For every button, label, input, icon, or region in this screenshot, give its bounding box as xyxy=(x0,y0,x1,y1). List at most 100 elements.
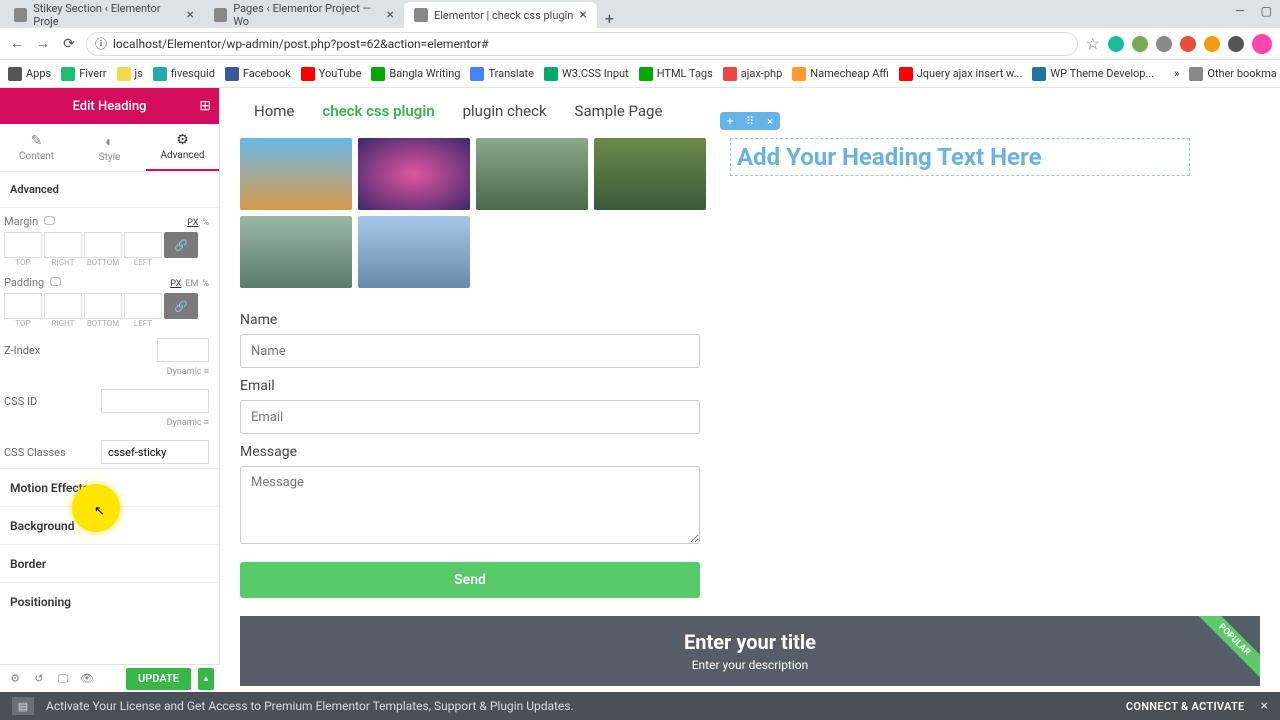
ext-icon[interactable] xyxy=(1132,36,1148,52)
bookmark[interactable]: WP Theme Develop... xyxy=(1032,67,1154,81)
bookmark[interactable]: fivesquid xyxy=(153,67,215,81)
info-icon[interactable]: ⓘ xyxy=(95,35,107,52)
name-input[interactable] xyxy=(240,334,700,368)
section-positioning[interactable]: Positioning xyxy=(0,582,219,620)
link-values-button[interactable]: 🔗 xyxy=(164,293,198,319)
bookmark[interactable]: Bangla Writing xyxy=(371,67,460,81)
responsive-icon[interactable]: 🖵 xyxy=(44,214,55,228)
tab-advanced[interactable]: ⚙Advanced xyxy=(146,124,219,171)
maximize-icon[interactable]: ▢ xyxy=(1261,4,1272,18)
back-icon[interactable]: ← xyxy=(8,35,26,52)
section-background[interactable]: Background xyxy=(0,506,219,544)
bookmark[interactable]: Namecheap Affi xyxy=(792,67,888,81)
section-advanced[interactable]: Advanced xyxy=(0,172,219,208)
add-icon[interactable]: + xyxy=(720,115,740,128)
link-values-button[interactable]: 🔗 xyxy=(164,232,198,258)
browser-tab[interactable]: Stikey Section ‹ Elementor Proje× xyxy=(4,2,204,28)
email-input[interactable] xyxy=(240,400,700,434)
bookmark[interactable]: Jquery ajax insert w... xyxy=(899,67,1023,81)
bookmark-overflow[interactable]: » xyxy=(1174,67,1179,80)
reload-icon[interactable]: ⟳ xyxy=(60,36,78,52)
bookmark[interactable]: YouTube xyxy=(301,67,362,81)
bookmark[interactable]: Fiverr xyxy=(61,67,106,81)
ext-icon[interactable] xyxy=(1156,36,1172,52)
gallery-image[interactable] xyxy=(358,216,470,288)
database-icon[interactable]: ≡ xyxy=(204,418,209,428)
responsive-icon[interactable]: 🖵 xyxy=(50,275,61,289)
new-tab-button[interactable]: + xyxy=(597,9,622,28)
profile-avatar[interactable] xyxy=(1252,34,1272,54)
update-button[interactable]: UPDATE xyxy=(126,668,191,690)
unit-px[interactable]: PX xyxy=(187,218,198,228)
settings-icon[interactable]: ⚙ xyxy=(6,672,24,685)
section-motion-effects[interactable]: Motion Effects xyxy=(0,468,219,506)
drag-icon[interactable]: ⠿ xyxy=(740,115,760,128)
cssid-input[interactable] xyxy=(101,389,209,413)
ext-icon[interactable] xyxy=(1108,36,1124,52)
gallery-image[interactable] xyxy=(240,216,352,288)
cssclasses-input[interactable] xyxy=(101,440,209,464)
unit-px[interactable]: PX xyxy=(170,279,181,289)
bookmark[interactable]: W3.CSS Input xyxy=(544,67,629,81)
browser-tab[interactable]: Pages ‹ Elementor Project — Wo× xyxy=(204,2,404,28)
zindex-input[interactable] xyxy=(157,338,209,362)
message-input[interactable] xyxy=(240,466,700,544)
margin-top-input[interactable] xyxy=(4,232,42,258)
gallery-image[interactable] xyxy=(594,138,706,210)
nav-item[interactable]: Home xyxy=(254,102,294,120)
responsive-icon[interactable]: 🖵 xyxy=(54,672,72,686)
padding-bottom-input[interactable] xyxy=(84,293,122,319)
ext-icon[interactable] xyxy=(1180,36,1196,52)
url-field[interactable]: ⓘ localhost/Elementor/wp-admin/post.php?… xyxy=(86,32,1078,56)
star-icon[interactable]: ☆ xyxy=(1086,34,1100,53)
database-icon[interactable]: ≡ xyxy=(204,367,209,377)
padding-top-input[interactable] xyxy=(4,293,42,319)
dynamic-toggle[interactable]: Dynamic xyxy=(167,418,202,428)
other-bookmarks[interactable]: Other bookma xyxy=(1189,67,1276,81)
gallery-image[interactable] xyxy=(240,138,352,210)
promo-box[interactable]: Enter your title Enter your description … xyxy=(240,616,1260,686)
tab-content[interactable]: ✎Content xyxy=(0,124,73,171)
nav-item[interactable]: Sample Page xyxy=(575,102,663,120)
send-button[interactable]: Send xyxy=(240,562,700,598)
section-border[interactable]: Border xyxy=(0,544,219,582)
margin-bottom-input[interactable] xyxy=(84,232,122,258)
bookmark[interactable]: js xyxy=(117,67,143,81)
bookmark[interactable]: HTML Tags xyxy=(639,67,713,81)
tab-style[interactable]: ◐Style xyxy=(73,124,146,171)
unit-percent[interactable]: % xyxy=(202,218,209,228)
padding-right-input[interactable] xyxy=(44,293,82,319)
gallery-image[interactable] xyxy=(476,138,588,210)
bookmark[interactable]: ajax-php xyxy=(723,67,783,81)
history-icon[interactable]: ↺ xyxy=(30,672,48,685)
nav-item[interactable]: check css plugin xyxy=(322,102,434,120)
margin-left-input[interactable] xyxy=(124,232,162,258)
browser-tab[interactable]: Elementor | check css plugin× xyxy=(404,2,597,28)
minimize-icon[interactable]: — xyxy=(1235,4,1244,18)
close-icon[interactable]: × xyxy=(187,7,194,23)
gallery-image[interactable] xyxy=(358,138,470,210)
connect-activate-button[interactable]: CONNECT & ACTIVATE xyxy=(1126,700,1245,713)
ext-icon[interactable] xyxy=(1228,36,1244,52)
unit-percent[interactable]: % xyxy=(202,279,209,289)
padding-left-input[interactable] xyxy=(124,293,162,319)
bookmark[interactable]: Apps xyxy=(8,67,51,81)
widgets-icon[interactable]: ⊞ xyxy=(199,98,211,114)
dynamic-toggle[interactable]: Dynamic xyxy=(167,367,202,377)
forward-icon[interactable]: → xyxy=(34,35,52,52)
ext-icon[interactable] xyxy=(1204,36,1220,52)
margin-right-input[interactable] xyxy=(44,232,82,258)
close-icon[interactable]: × xyxy=(387,7,394,23)
close-icon[interactable]: × xyxy=(579,7,586,23)
promo-title: Enter your title xyxy=(684,630,816,654)
preview-icon[interactable]: 👁 xyxy=(78,672,96,685)
heading-widget[interactable]: Add Your Heading Text Here xyxy=(730,138,1190,176)
bookmark[interactable]: Facebook xyxy=(225,67,291,81)
close-icon[interactable]: × xyxy=(1261,698,1268,714)
bookmark[interactable]: Translate xyxy=(470,67,534,81)
update-options-button[interactable]: ▴ xyxy=(198,668,214,690)
nav-item[interactable]: plugin check xyxy=(463,102,547,120)
unit-em[interactable]: EM xyxy=(185,279,198,289)
close-icon[interactable]: × xyxy=(760,115,780,128)
cursor-icon: ↖ xyxy=(94,504,105,519)
